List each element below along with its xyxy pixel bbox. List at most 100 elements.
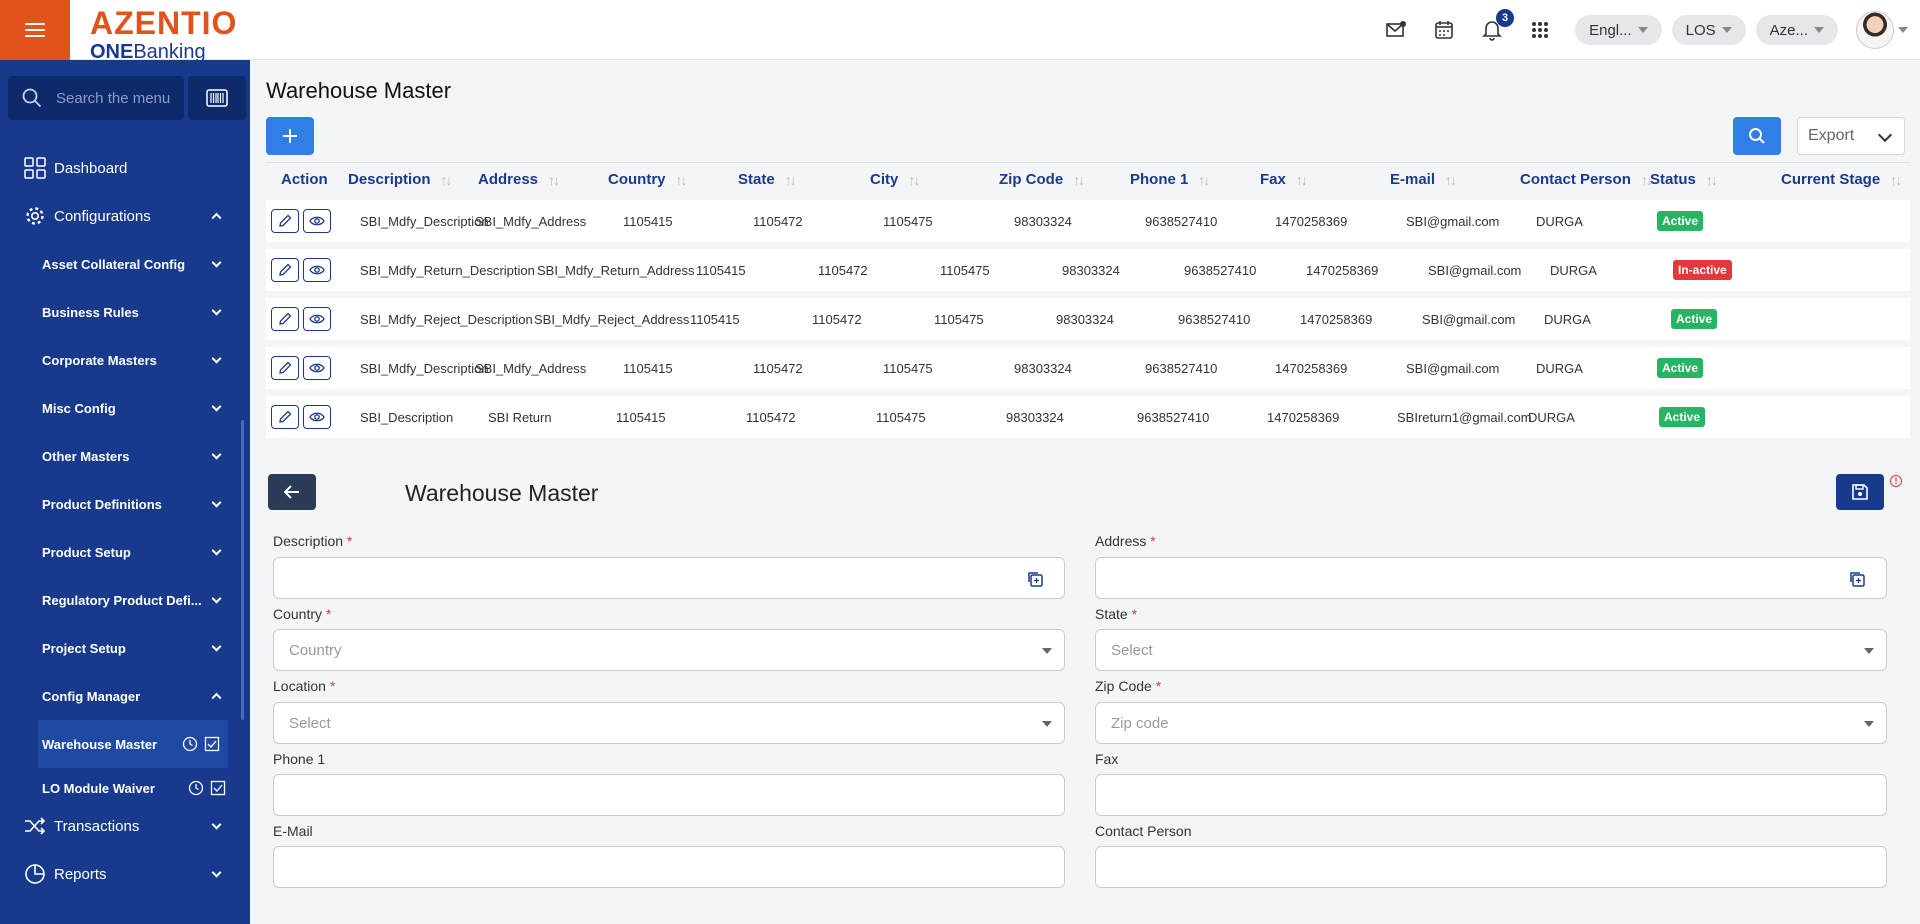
sidebar-item-warehouse-master[interactable]: Warehouse Master [38,720,228,768]
column-header-country[interactable]: Country ↑↓ [608,171,688,188]
menu-search-input[interactable]: Search the menu [8,76,184,120]
column-header-state[interactable]: State ↑↓ [738,171,797,188]
sort-icon: ↑↓ [1198,171,1210,188]
copy-icon[interactable] [1848,570,1866,588]
leaf-actions [182,736,220,752]
zip-code-select[interactable]: Zip code [1095,702,1887,744]
apps-grid-icon[interactable] [1527,17,1553,43]
sidebar-item-asset-collateral-config[interactable]: Asset Collateral Config [0,240,250,288]
column-header-email[interactable]: E-mail ↑↓ [1390,171,1457,188]
cell-description: SBI_Mdfy_Return_Description [360,262,535,278]
view-button[interactable] [303,356,331,380]
sidebar-item-configurations[interactable]: Configurations [0,192,250,240]
label-text: Zip Code [1095,678,1152,694]
cell-status: Active [1659,396,1706,438]
sidebar-item-corporate-masters[interactable]: Corporate Masters [0,336,250,384]
required-mark: * [1131,606,1138,622]
sidebar-item-product-setup[interactable]: Product Setup [0,528,250,576]
save-button[interactable] [1836,474,1884,510]
view-button[interactable] [303,209,331,233]
cell-fax: 1470258369 [1306,262,1379,278]
sidebar-item-config-manager[interactable]: Config Manager [0,672,250,720]
table-search-button[interactable] [1733,117,1781,155]
menu-icon [25,19,45,41]
address-label: Address * [1095,533,1156,549]
language-label: Engl... [1589,21,1632,39]
sidebar-item-lo-module-waiver[interactable]: LO Module Waiver [0,768,250,796]
edit-button[interactable] [271,356,299,380]
view-button[interactable] [303,405,331,429]
column-header-label: Description [348,171,431,188]
cell-country: 1105415 [623,213,673,229]
language-dropdown[interactable]: Engl... [1575,15,1662,45]
column-header-address[interactable]: Address ↑↓ [478,171,560,188]
country-select[interactable]: Country [273,629,1065,671]
edit-button[interactable] [271,258,299,282]
cell-state: 1105472 [753,213,803,229]
contact-person-field[interactable] [1095,846,1887,888]
fax-field[interactable] [1095,774,1887,816]
calendar-icon[interactable] [1431,17,1457,43]
checkbox-icon[interactable] [210,780,226,796]
required-mark: * [1155,678,1162,694]
table-row: SBI_Mdfy_Description SBI_Mdfy_Address 1105… [266,200,1910,242]
cell-city: 1105475 [876,409,926,425]
chevron-down-icon [211,257,222,268]
edit-button[interactable] [271,307,299,331]
column-header-phone-1[interactable]: Phone 1 ↑↓ [1130,171,1210,188]
cell-address: SBI_Mdfy_Address [475,360,587,376]
view-button[interactable] [303,258,331,282]
country-label: Country * [273,606,331,622]
description-field[interactable] [273,557,1065,599]
sidebar-item-other-masters[interactable]: Other Masters [0,432,250,480]
phone-1-field[interactable] [273,774,1065,816]
column-header-status[interactable]: Status ↑↓ [1650,171,1718,188]
address-field[interactable] [1095,557,1887,599]
sidebar-item-transactions[interactable]: Transactions [0,802,250,850]
sidebar-item-product-definitions[interactable]: Product Definitions [0,480,250,528]
column-header-city[interactable]: City ↑↓ [870,171,920,188]
edit-button[interactable] [271,209,299,233]
row-actions [271,347,331,389]
email-field[interactable] [273,846,1065,888]
cell-zip-code: 98303324 [1062,262,1120,278]
edit-button[interactable] [271,405,299,429]
notification-bell-button[interactable]: 3 [1479,9,1515,43]
org-dropdown[interactable]: Aze... [1755,15,1838,45]
clock-icon[interactable] [188,780,204,796]
column-header-current-stage[interactable]: Current Stage ↑↓ [1781,171,1902,188]
column-header-contact-person[interactable]: Contact Person ↑↓ [1520,171,1653,188]
column-header-fax[interactable]: Fax ↑↓ [1260,171,1308,188]
sidebar-item-misc-config[interactable]: Misc Config [0,384,250,432]
hamburger-menu-button[interactable] [0,0,70,60]
add-button[interactable] [266,117,314,155]
export-dropdown[interactable]: Export [1797,117,1905,155]
clock-icon[interactable] [182,736,198,752]
sidebar-item-dashboard[interactable]: Dashboard [0,144,250,192]
sidebar-scrollbar[interactable] [241,420,244,720]
cell-country: 1105415 [696,262,746,278]
checkbox-icon[interactable] [204,736,220,752]
user-menu[interactable] [1856,11,1908,49]
sidebar-item-project-setup[interactable]: Project Setup [0,624,250,672]
state-select[interactable]: Select [1095,629,1887,671]
required-mark: * [346,533,353,549]
barcode-button[interactable] [188,76,246,120]
sidebar-item-business-rules[interactable]: Business Rules [0,288,250,336]
view-button[interactable] [303,307,331,331]
column-header-description[interactable]: Description ↑↓ [348,171,453,188]
location-select[interactable]: Select [273,702,1065,744]
table-header: Action Description ↑↓ Address ↑↓ Country ↑↓… [266,162,1910,196]
pencil-icon [279,214,292,227]
copy-icon[interactable] [1026,570,1044,588]
sidebar-item-regulatory-product-definitions[interactable]: Regulatory Product Defi... [0,576,250,624]
module-dropdown[interactable]: LOS [1671,15,1746,45]
back-button[interactable] [268,474,316,510]
sidebar-nav: Dashboard Configurations Asset Collatera… [0,144,250,898]
cell-zip-code: 98303324 [1006,409,1064,425]
mail-icon[interactable] [1383,17,1409,43]
brand-sub-text: Banking [133,41,206,60]
country-placeholder: Country [289,641,342,659]
sidebar-item-reports[interactable]: Reports [0,850,250,898]
column-header-zip-code[interactable]: Zip Code ↑↓ [999,171,1085,188]
